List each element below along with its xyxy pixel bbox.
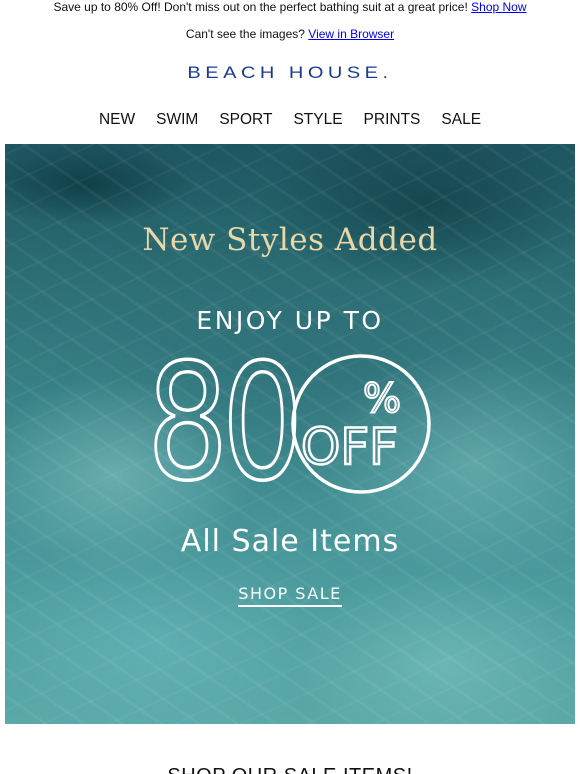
section-heading: SHOP OUR SALE ITEMS! — [0, 764, 580, 774]
discount-number: 80 — [147, 354, 297, 494]
percent-symbol: % — [363, 376, 401, 422]
view-in-browser-line: Can't see the images? View in Browser — [0, 27, 580, 41]
nav-item-swim[interactable]: SWIM — [146, 110, 209, 130]
shop-now-link[interactable]: Shop Now — [471, 0, 526, 14]
preheader-text: Save up to 80% Off! Don't miss out on th… — [53, 0, 468, 14]
view-in-browser-link[interactable]: View in Browser — [308, 27, 394, 41]
hero-subhead: ENJOY UP TO — [196, 306, 384, 335]
hero-tagline: All Sale Items — [180, 524, 400, 559]
browser-line-text: Can't see the images? — [185, 27, 305, 41]
nav-item-style[interactable]: STYLE — [283, 110, 353, 130]
shop-sale-button[interactable]: SHOP SALE — [238, 584, 342, 607]
hero-banner[interactable]: New Styles Added ENJOY UP TO 80 % OFF Al… — [5, 144, 575, 724]
off-label: OFF — [301, 418, 398, 476]
shop-sale-cta-wrap: SHOP SALE — [5, 584, 575, 607]
nav-item-sale[interactable]: SALE — [431, 110, 492, 130]
discount-graphic: 80 % OFF — [145, 354, 431, 494]
brand-logo[interactable]: BEACH HOUSE. — [0, 64, 580, 83]
nav-item-sport[interactable]: SPORT — [209, 110, 283, 130]
nav-item-new[interactable]: NEW — [88, 110, 145, 130]
hero-headline: New Styles Added — [142, 222, 438, 258]
email-page: Save up to 80% Off! Don't miss out on th… — [0, 0, 580, 774]
preheader: Save up to 80% Off! Don't miss out on th… — [0, 0, 580, 16]
nav-item-prints[interactable]: PRINTS — [353, 110, 431, 130]
main-nav: NEW SWIM SPORT STYLE PRINTS SALE — [0, 110, 580, 130]
